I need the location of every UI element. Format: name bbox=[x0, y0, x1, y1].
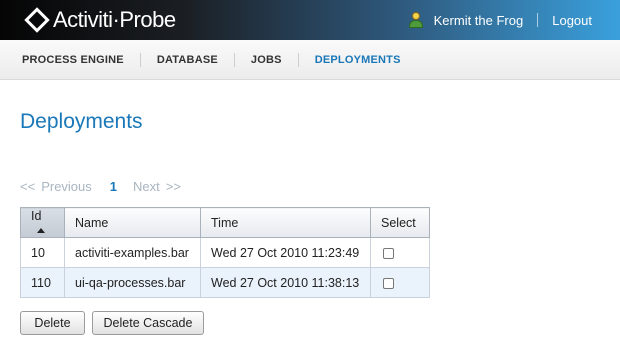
table-header-row: Id Name Time Select bbox=[20, 207, 430, 238]
nav-item-jobs[interactable]: JOBS bbox=[233, 52, 298, 67]
user-area: Kermit the Frog Logout bbox=[408, 0, 620, 40]
column-header-name[interactable]: Name bbox=[64, 207, 201, 238]
cell-time: Wed 27 Oct 2010 11:23:49 bbox=[200, 237, 371, 268]
cell-select bbox=[370, 267, 430, 298]
table-row[interactable]: 110 ui-qa-processes.bar Wed 27 Oct 2010 … bbox=[20, 267, 430, 298]
diamond-logo-icon bbox=[24, 7, 50, 33]
cell-id: 110 bbox=[20, 267, 65, 298]
cell-id: 10 bbox=[20, 237, 65, 268]
column-header-select: Select bbox=[370, 207, 430, 238]
page-title: Deployments bbox=[20, 110, 143, 133]
row-select-checkbox[interactable] bbox=[383, 247, 394, 259]
top-header: Activiti·Probe Kermit the Frog Logout bbox=[0, 0, 620, 40]
pager-first-link[interactable]: << bbox=[20, 179, 35, 194]
pager-current-page: 1 bbox=[109, 179, 117, 194]
row-select-checkbox[interactable] bbox=[383, 277, 394, 289]
pager-last-link[interactable]: >> bbox=[166, 179, 181, 194]
cell-time: Wed 27 Oct 2010 11:38:13 bbox=[200, 267, 371, 298]
pager-previous-link[interactable]: Previous bbox=[41, 179, 92, 194]
main-navigation: PROCESS ENGINE DATABASE JOBS DEPLOYMENTS bbox=[0, 40, 620, 80]
user-icon bbox=[408, 12, 424, 28]
table-row[interactable]: 10 activiti-examples.bar Wed 27 Oct 2010… bbox=[20, 237, 430, 268]
cell-select bbox=[370, 237, 430, 268]
delete-button[interactable]: Delete bbox=[20, 311, 85, 335]
cell-name: ui-qa-processes.bar bbox=[64, 267, 201, 298]
nav-item-deployments[interactable]: DEPLOYMENTS bbox=[297, 52, 417, 67]
app-logo[interactable]: Activiti·Probe bbox=[24, 7, 176, 33]
pagination: << Previous 1 Next >> bbox=[20, 179, 187, 194]
logout-link[interactable]: Logout bbox=[552, 13, 592, 28]
cell-name: activiti-examples.bar bbox=[64, 237, 201, 268]
delete-cascade-button[interactable]: Delete Cascade bbox=[92, 311, 204, 335]
sort-ascending-icon bbox=[37, 227, 45, 233]
column-header-time[interactable]: Time bbox=[200, 207, 371, 238]
nav-item-database[interactable]: DATABASE bbox=[139, 52, 234, 67]
column-header-id[interactable]: Id bbox=[20, 207, 65, 238]
app-name: Activiti·Probe bbox=[53, 7, 176, 32]
deployments-table: Id Name Time Select 10 activiti-examples… bbox=[20, 207, 430, 298]
nav-item-process-engine[interactable]: PROCESS ENGINE bbox=[22, 53, 140, 67]
user-name[interactable]: Kermit the Frog bbox=[434, 13, 524, 28]
header-divider bbox=[537, 13, 539, 27]
pager-next-link[interactable]: Next bbox=[133, 179, 160, 194]
